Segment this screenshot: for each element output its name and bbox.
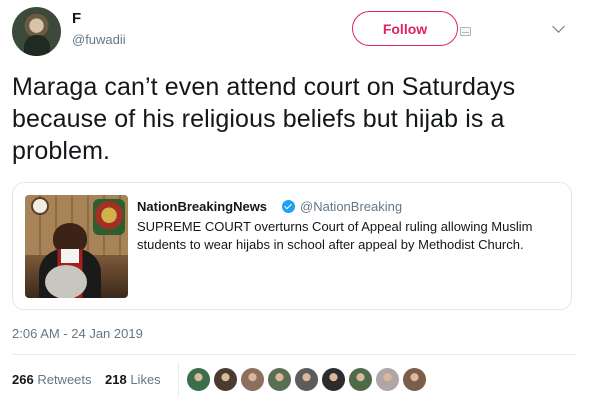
quoted-tweet-text: SUPREME COURT overturns Court of Appeal … [137,219,533,252]
liker-avatar[interactable] [294,367,319,392]
likes-label: Likes [130,372,161,387]
liker-avatar[interactable] [213,367,238,392]
clock-shape [31,197,49,215]
liker-avatar[interactable] [321,367,346,392]
follow-button[interactable]: Follow [352,11,458,46]
retweets-label: Retweets [37,372,92,387]
likes-count: 218 [105,372,127,387]
liker-avatar[interactable] [375,367,400,392]
verified-badge-icon [282,200,295,213]
retweets-stat[interactable]: 266 Retweets [12,372,92,387]
message-icon[interactable] [460,27,471,36]
coat-of-arms-shape [93,199,125,235]
liker-avatar[interactable] [240,367,265,392]
retweets-count: 266 [12,372,34,387]
author-handle[interactable]: @fuwadii [72,32,126,47]
liker-avatar[interactable] [186,367,211,392]
foreground-head-shape [45,265,87,298]
liker-avatar[interactable] [402,367,427,392]
quoted-author-handle[interactable]: @NationBreaking [300,199,402,214]
collar-shape [61,249,79,263]
stats-divider [178,362,179,396]
liker-avatar[interactable] [348,367,373,392]
author-avatar[interactable] [12,7,61,56]
quoted-tweet-image[interactable] [25,195,128,298]
likes-stat[interactable]: 218 Likes [105,372,161,387]
quoted-author-name[interactable]: NationBreakingNews [137,199,267,214]
chevron-down-icon[interactable] [552,20,565,33]
author-name[interactable]: F [72,10,81,27]
tweet-timestamp[interactable]: 2:06 AM - 24 Jan 2019 [12,326,143,341]
liker-avatar[interactable] [267,367,292,392]
divider [12,354,577,355]
tweet-text: Maraga can’t even attend court on Saturd… [12,73,516,165]
